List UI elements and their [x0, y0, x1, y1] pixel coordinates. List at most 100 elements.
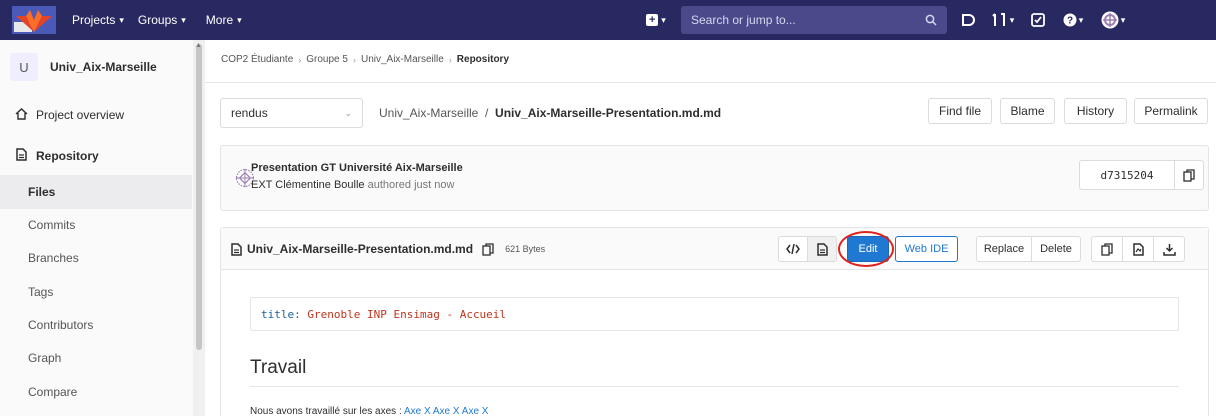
user-avatar-menu[interactable]: ▾ [1093, 6, 1133, 34]
document-icon [816, 242, 828, 256]
history-button[interactable]: History [1064, 98, 1127, 124]
sidebar-scrollbar-thumb[interactable] [196, 44, 202, 350]
commit-author-link[interactable]: EXT Clémentine Boulle [251, 179, 365, 191]
sidebar-project-header[interactable]: U Univ_Aix-Marseille [10, 53, 157, 81]
button-label: Find file [938, 104, 982, 118]
copy-contents-button[interactable] [1091, 236, 1123, 262]
sidebar-item-files[interactable]: Files [0, 175, 192, 209]
file-name: Univ_Aix-Marseille-Presentation.md.md [247, 242, 474, 256]
chevron-down-icon: ▾ [661, 14, 666, 25]
chevron-right-icon: › [298, 54, 302, 65]
copy-icon [1183, 168, 1195, 182]
replace-button[interactable]: Replace [976, 236, 1032, 262]
blame-button[interactable]: Blame [1000, 98, 1055, 124]
sidebar-item-label: Project overview [36, 108, 125, 122]
button-label: Web IDE [904, 243, 949, 255]
search-input[interactable]: Search or jump to... [681, 6, 947, 34]
file-path: Univ_Aix-Marseille / Univ_Aix-Marseille-… [379, 106, 721, 120]
groups-menu[interactable]: Groups ▾ [138, 13, 186, 27]
breadcrumb-link[interactable]: Groupe 5 [306, 54, 348, 65]
issues-icon[interactable] [953, 6, 983, 34]
file-header: Univ_Aix-Marseille-Presentation.md.md 62… [221, 228, 1208, 270]
copy-icon[interactable] [482, 242, 494, 256]
path-file-name: Univ_Aix-Marseille-Presentation.md.md [495, 106, 722, 120]
chevron-down-icon: ▾ [1009, 14, 1015, 25]
divider [205, 82, 1216, 83]
chevron-down-icon: ▾ [237, 14, 242, 25]
file-title: Univ_Aix-Marseille-Presentation.md.md 62… [231, 242, 545, 256]
button-label: History [1076, 104, 1115, 118]
axis-links[interactable]: Axe X Axe X Axe X [404, 406, 489, 416]
chevron-right-icon: › [448, 54, 452, 65]
project-name: Univ_Aix-Marseille [50, 60, 157, 74]
svg-text:?: ? [1067, 16, 1073, 27]
projects-menu[interactable]: Projects ▾ [72, 13, 124, 27]
more-menu[interactable]: More ▾ [206, 13, 242, 27]
commit-sha[interactable]: d7315204 [1079, 160, 1175, 190]
sidebar-item-graph[interactable]: Graph [0, 341, 192, 375]
button-label: Permalink [1144, 104, 1198, 118]
sidebar-item-label: Contributors [28, 318, 94, 332]
display-rendered-button[interactable] [807, 236, 837, 262]
breadcrumb-link[interactable]: Univ_Aix-Marseille [361, 54, 444, 65]
top-navbar: Projects ▾ Groups ▾ More ▾ + ▾ Search or… [0, 0, 1216, 40]
button-label: Replace [983, 243, 1025, 255]
branch-selector[interactable]: rendus ⌄ [220, 98, 363, 128]
sidebar-item-label: Branches [28, 251, 79, 265]
sidebar-item-compare[interactable]: Compare [0, 375, 192, 409]
code-colon: : [294, 308, 301, 321]
chevron-down-icon: ⌄ [344, 107, 352, 118]
chevron-down-icon: ▾ [1078, 14, 1084, 25]
help-icon[interactable]: ? ▾ [1053, 6, 1093, 34]
copy-sha-button[interactable] [1174, 160, 1204, 190]
sidebar-item-repository[interactable]: Repository [0, 139, 192, 173]
open-raw-button[interactable] [1122, 236, 1154, 262]
avatar-icon [1101, 11, 1119, 29]
commit-meta: EXT Clémentine Boulle authored just now [251, 179, 454, 191]
path-separator: / [485, 106, 489, 120]
projects-label: Projects [72, 13, 116, 27]
sidebar-item-contributors[interactable]: Contributors [0, 308, 192, 342]
breadcrumb-link[interactable]: COP2 Étudiante [221, 54, 293, 65]
scroll-up-arrow-icon[interactable]: ▲ [195, 42, 202, 49]
highlight-circle [838, 231, 894, 267]
find-file-button[interactable]: Find file [928, 98, 992, 124]
code-value: Grenoble INP Ensimag - Accueil [307, 308, 507, 321]
breadcrumb-current[interactable]: Repository [457, 54, 509, 65]
markdown-divider [250, 386, 1179, 387]
web-ide-button[interactable]: Web IDE [895, 236, 958, 262]
markdown-paragraph: Nous avons travaillé sur les axes : Axe … [250, 406, 488, 416]
plus-icon: + [646, 14, 659, 26]
gitlab-logo[interactable] [10, 4, 58, 36]
merge-requests-icon[interactable]: ▾ [983, 6, 1023, 34]
file-size: 621 Bytes [505, 244, 546, 254]
sidebar-item-branches[interactable]: Branches [0, 241, 192, 275]
new-item-button[interactable]: + ▾ [639, 6, 673, 34]
sidebar-item-label: Repository [36, 149, 99, 163]
permalink-button[interactable]: Permalink [1134, 98, 1208, 124]
sidebar-item-label: Tags [28, 285, 54, 299]
chevron-down-icon: ▾ [181, 14, 186, 25]
button-label: Delete [1040, 243, 1072, 255]
download-icon [1162, 243, 1176, 256]
front-matter-code-block: title: Grenoble INP Ensimag - Accueil [250, 297, 1179, 331]
sidebar-item-label: Compare [28, 385, 78, 399]
code-key: title [261, 308, 295, 321]
todos-icon[interactable] [1023, 6, 1053, 34]
file-viewer: Univ_Aix-Marseille-Presentation.md.md 62… [220, 227, 1209, 416]
download-button[interactable] [1153, 236, 1185, 262]
project-avatar: U [10, 53, 38, 81]
sidebar-item-project-overview[interactable]: Project overview [0, 98, 192, 132]
sidebar-item-tags[interactable]: Tags [0, 275, 192, 309]
chevron-down-icon: ▾ [1120, 14, 1126, 25]
commit-title-link[interactable]: Presentation GT Université Aix-Marseille [251, 162, 463, 174]
search-placeholder: Search or jump to... [691, 13, 796, 27]
more-label: More [205, 13, 234, 27]
display-source-button[interactable] [778, 236, 808, 262]
groups-label: Groups [137, 13, 178, 27]
home-icon [14, 107, 28, 123]
path-directory-link[interactable]: Univ_Aix-Marseille [379, 106, 478, 120]
delete-button[interactable]: Delete [1031, 236, 1081, 262]
top-right-tools: + ▾ Search or jump to... ▾ ? ▾ ▾ [639, 6, 1133, 34]
sidebar-item-commits[interactable]: Commits [0, 208, 192, 242]
